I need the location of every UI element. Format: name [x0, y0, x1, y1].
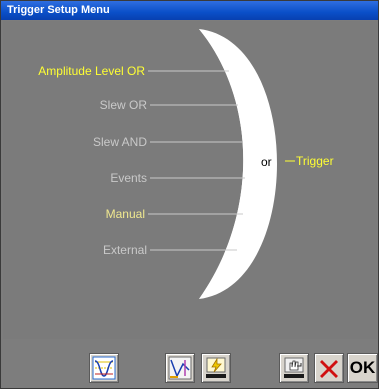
- ok-label: OK: [349, 358, 376, 377]
- waveform-trigger-icon: [92, 356, 116, 380]
- slew-edit-button[interactable]: [165, 353, 195, 383]
- hand-tool-icon: [284, 357, 304, 378]
- slew-edit-icon: [168, 356, 192, 380]
- cancel-x-icon: [320, 360, 338, 378]
- bottom-toolbar: OK: [1, 349, 378, 389]
- event-lightning-icon: [206, 357, 226, 378]
- output-trigger: Trigger: [296, 154, 334, 168]
- trigger-logic-diagram: Amplitude Level OR Slew OR Slew AND Even…: [3, 21, 377, 339]
- event-lightning-button[interactable]: [201, 353, 231, 383]
- window-title: Trigger Setup Menu: [1, 1, 378, 20]
- trigger-setup-window: Trigger Setup Menu Amplitude Level OR Sl…: [0, 0, 379, 389]
- hand-tool-button[interactable]: [279, 353, 309, 383]
- waveform-trigger-button[interactable]: [89, 353, 119, 383]
- cancel-button[interactable]: [314, 353, 344, 383]
- input-external[interactable]: External: [103, 243, 147, 257]
- input-slew-and[interactable]: Slew AND: [93, 135, 147, 149]
- input-manual[interactable]: Manual: [106, 207, 145, 221]
- gate-label: or: [261, 155, 272, 169]
- input-amplitude-level-or[interactable]: Amplitude Level OR: [38, 64, 145, 78]
- input-events[interactable]: Events: [110, 171, 147, 185]
- ok-button[interactable]: OK: [347, 353, 378, 383]
- input-slew-or[interactable]: Slew OR: [100, 98, 147, 112]
